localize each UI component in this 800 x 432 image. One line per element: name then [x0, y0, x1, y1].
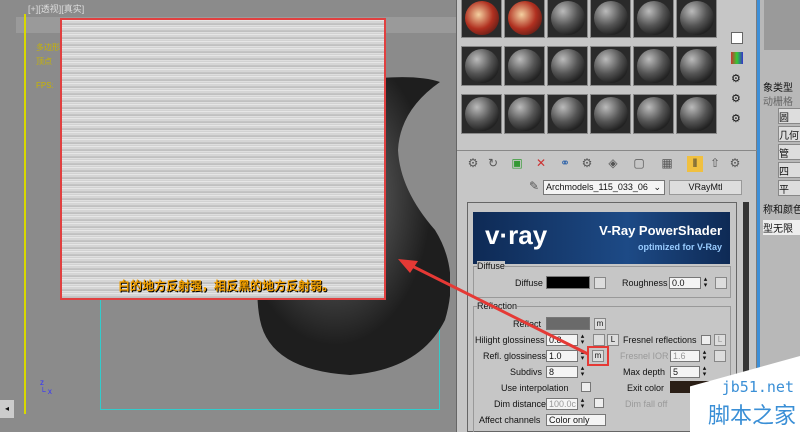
annotation-arrow [398, 259, 589, 356]
watermark-name: 脚本之家 [707, 403, 796, 428]
watermark-site: jb51.net [721, 378, 794, 396]
